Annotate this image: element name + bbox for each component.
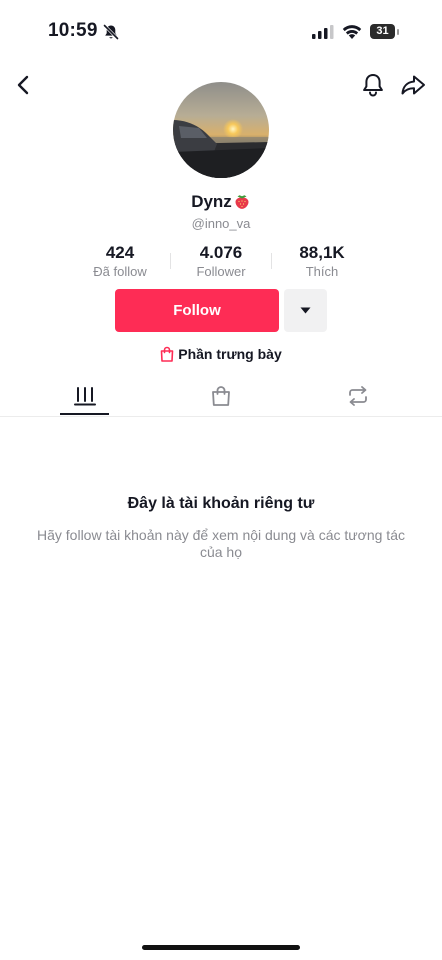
- active-tab-indicator: [60, 413, 109, 415]
- battery-cap: [397, 29, 399, 35]
- stat-likes[interactable]: 88,1K Thích: [272, 243, 372, 280]
- private-account-description: Hãy follow tài khoản này để xem nội dung…: [37, 527, 405, 560]
- follow-button[interactable]: Follow: [115, 289, 279, 332]
- stat-label: Đã follow: [93, 264, 147, 279]
- stat-value: 424: [105, 243, 135, 262]
- showcase-label: Phần trưng bày: [178, 346, 282, 362]
- shopping-bag-icon: [160, 346, 174, 362]
- stat-following[interactable]: 424 Đã follow: [70, 243, 170, 280]
- stat-label: Thích: [305, 264, 339, 279]
- bell-icon[interactable]: [360, 71, 386, 99]
- stat-value: 4.076: [199, 243, 243, 262]
- display-name-text: Dynz: [191, 192, 232, 211]
- username: @inno_va: [191, 216, 251, 231]
- showcase-link[interactable]: Phần trưng bày: [0, 346, 442, 362]
- strawberry-emoji-icon: [235, 195, 249, 209]
- display-name: Dynz: [0, 192, 442, 212]
- battery-level: 31: [376, 25, 389, 37]
- suggested-accounts-button[interactable]: [284, 289, 327, 332]
- profile-stats: 424 Đã follow 4.076 Follower 88,1K Thích: [70, 243, 372, 283]
- home-indicator[interactable]: [142, 945, 300, 950]
- wifi-icon: [342, 25, 362, 39]
- signal-icon: [312, 25, 334, 39]
- tab-shop[interactable]: [147, 376, 294, 416]
- tab-reposts[interactable]: [284, 376, 431, 416]
- chevron-left-icon[interactable]: [12, 72, 34, 98]
- stat-value: 88,1K: [299, 243, 345, 262]
- profile-tabs: [0, 376, 442, 417]
- share-icon[interactable]: [399, 72, 427, 98]
- status-time: 10:59: [48, 20, 98, 41]
- battery-icon: 31: [370, 24, 400, 40]
- shopping-bag-icon: [211, 386, 230, 406]
- stat-label: Follower: [196, 264, 246, 279]
- videos-grid-icon: [73, 387, 96, 406]
- caret-down-icon: [300, 307, 311, 314]
- avatar-sunset-image: [173, 82, 269, 178]
- tab-videos[interactable]: [11, 376, 158, 416]
- avatar[interactable]: [173, 82, 269, 178]
- private-account-title: Đây là tài khoản riêng tư: [127, 495, 315, 512]
- status-bar: 10:59 31: [0, 0, 442, 62]
- bell-slash-icon: [103, 24, 119, 40]
- repost-icon: [348, 386, 367, 406]
- stat-followers[interactable]: 4.076 Follower: [171, 243, 271, 280]
